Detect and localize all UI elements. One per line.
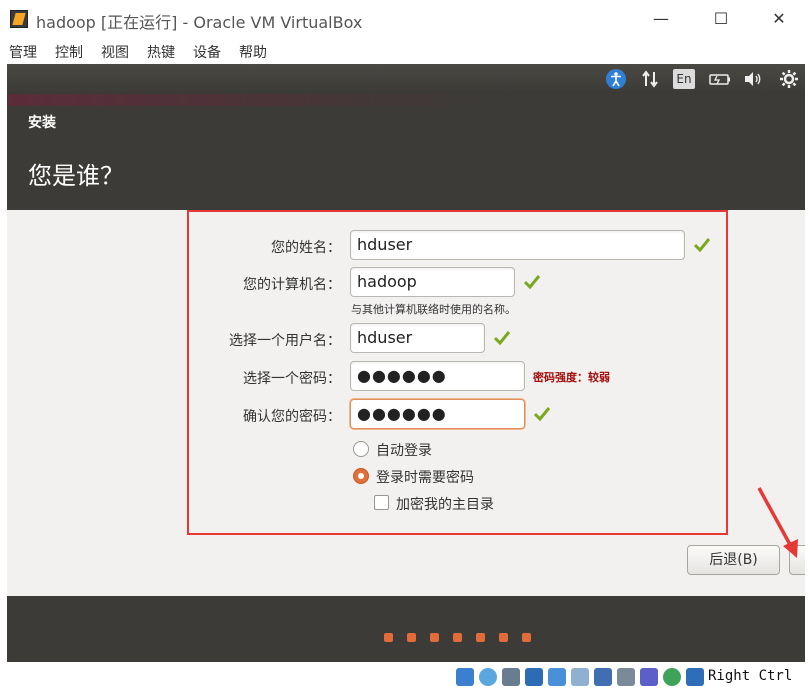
- audio-icon[interactable]: [502, 668, 520, 686]
- ubuntu-topbar: En: [7, 64, 805, 94]
- progress-dot: [476, 633, 485, 642]
- installer-header: [7, 106, 805, 210]
- progress-dot: [407, 633, 416, 642]
- keyboard-language-icon[interactable]: En: [673, 69, 695, 89]
- menu-manage[interactable]: 管理: [9, 42, 37, 62]
- vm-display[interactable]: En 安装 您是谁？ 您的姓名： hduser 您的计算机名： hadoop 与…: [7, 64, 805, 662]
- installer-section-title: 安装: [28, 115, 56, 131]
- menubar: 管理 控制 视图 热键 设备 帮助: [0, 38, 811, 64]
- close-button[interactable]: ✕: [756, 6, 802, 32]
- cpu-icon[interactable]: [640, 668, 658, 686]
- progress-dot: [430, 633, 439, 642]
- progress-dot: [522, 633, 531, 642]
- hard-disk-icon[interactable]: [456, 668, 474, 686]
- keyboard-capture-icon[interactable]: [686, 668, 704, 686]
- topbar-accent-strip: [7, 94, 805, 106]
- optical-drive-icon[interactable]: [479, 668, 497, 686]
- menu-help[interactable]: 帮助: [239, 42, 267, 62]
- menu-devices[interactable]: 设备: [193, 42, 221, 62]
- usb-icon[interactable]: [548, 668, 566, 686]
- progress-dot: [499, 633, 508, 642]
- display-icon[interactable]: [594, 668, 612, 686]
- maximize-button[interactable]: ☐: [698, 6, 744, 32]
- network-icon[interactable]: [639, 68, 661, 90]
- menu-control[interactable]: 控制: [55, 42, 83, 62]
- page-title: 您是谁？: [28, 162, 124, 190]
- battery-icon[interactable]: [709, 68, 731, 90]
- mouse-integration-icon[interactable]: [663, 668, 681, 686]
- accessibility-icon[interactable]: [605, 68, 627, 90]
- window-titlebar: hadoop [正在运行] - Oracle VM VirtualBox — ☐…: [0, 0, 811, 38]
- menu-view[interactable]: 视图: [101, 42, 129, 62]
- video-capture-icon[interactable]: [617, 668, 635, 686]
- minimize-button[interactable]: —: [638, 6, 684, 32]
- arrow-annotation-icon: [757, 487, 798, 558]
- window-title: hadoop [正在运行] - Oracle VM VirtualBox: [36, 13, 363, 32]
- progress-dot: [453, 633, 462, 642]
- volume-icon[interactable]: [742, 68, 764, 90]
- menu-hotkeys[interactable]: 热键: [147, 42, 175, 62]
- host-key-label: Right Ctrl: [708, 668, 793, 684]
- virtualbox-app-icon: [10, 10, 28, 28]
- shared-folders-icon[interactable]: [571, 668, 589, 686]
- settings-gear-icon[interactable]: [778, 68, 800, 90]
- highlight-annotation-box: [187, 210, 728, 535]
- network-adapter-icon[interactable]: [525, 668, 543, 686]
- installer-footer: [7, 596, 805, 662]
- progress-dot: [384, 633, 393, 642]
